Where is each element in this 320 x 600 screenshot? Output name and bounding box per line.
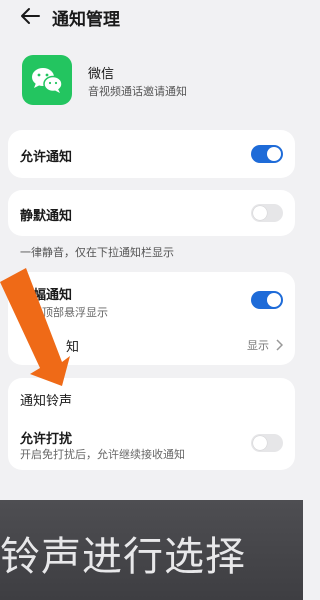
allow-notifications-label: 允许通知 [20, 150, 73, 165]
allow-notifications-row[interactable]: 允许通知 [8, 130, 295, 178]
app-subtitle: 音视频通话邀请通知 [88, 85, 187, 98]
ringtone-card: 通知铃声 允许打扰 开启免打扰后，允许继续接收通知 [8, 378, 295, 470]
toggle-knob [267, 147, 281, 161]
toggle-knob [267, 293, 281, 307]
allow-dnd-subtitle: 开启免打扰后，允许继续接收通知 [20, 448, 185, 461]
video-caption: 铃声进行选择 [0, 534, 246, 580]
app-name: 微信 [88, 67, 115, 82]
toggle-knob [253, 206, 267, 220]
partial-row-value[interactable]: 显示 [247, 337, 269, 353]
top-bar: 通知管理 [0, 0, 303, 34]
wechat-icon [22, 55, 72, 105]
ringtone-label[interactable]: 通知铃声 [20, 390, 72, 409]
page-title: 通知管理 [52, 10, 120, 30]
silent-notifications-row[interactable]: 静默通知 [8, 190, 295, 236]
chevron-right-icon [276, 339, 283, 351]
allow-dnd-toggle[interactable] [251, 434, 283, 452]
silent-notifications-toggle[interactable] [251, 204, 283, 222]
allow-dnd-label: 允许打扰 [20, 432, 73, 447]
silent-notifications-note: 一律静音，仅在下拉通知栏显示 [20, 246, 174, 259]
silent-notifications-label: 静默通知 [20, 209, 73, 224]
toggle-knob [253, 436, 267, 450]
banner-notifications-toggle[interactable] [251, 291, 283, 309]
back-arrow-icon[interactable] [18, 6, 42, 26]
allow-notifications-toggle[interactable] [251, 145, 283, 163]
pointer-arrow-icon [0, 268, 70, 386]
